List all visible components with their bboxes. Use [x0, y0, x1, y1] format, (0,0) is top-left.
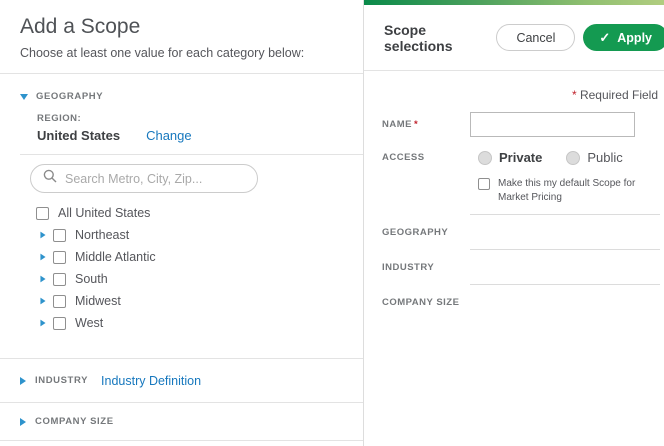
caret-right-icon[interactable] — [40, 254, 45, 261]
public-option[interactable]: Public — [566, 150, 622, 165]
industry-summary-value — [470, 249, 660, 284]
list-item-west: West — [36, 316, 363, 330]
default-scope-checkbox[interactable] — [478, 178, 490, 190]
caret-right-icon — [20, 377, 26, 385]
list-item-label: Midwest — [75, 294, 121, 308]
industry-section-label: INDUSTRY — [35, 375, 88, 386]
default-scope-row: Make this my default Scope for Market Pr… — [382, 177, 660, 204]
scope-form: * Required Field NAME* ACCESS Private — [364, 71, 664, 319]
name-field-row: NAME* — [382, 112, 660, 137]
apply-button[interactable]: ✓ Apply — [583, 24, 664, 51]
spacer-label — [382, 177, 470, 204]
company-size-section-label: COMPANY SIZE — [35, 416, 114, 427]
public-option-label: Public — [587, 150, 622, 165]
search-area — [0, 155, 363, 193]
private-radio[interactable] — [478, 151, 492, 165]
south-checkbox[interactable] — [53, 273, 66, 286]
search-input[interactable] — [65, 172, 247, 186]
required-asterisk: * — [572, 88, 577, 102]
private-option[interactable]: Private — [478, 150, 542, 165]
name-label: NAME* — [382, 119, 470, 130]
region-value: United States — [37, 128, 120, 143]
caret-right-icon[interactable] — [40, 276, 45, 283]
west-checkbox[interactable] — [53, 317, 66, 330]
list-item-label: All United States — [58, 206, 150, 220]
name-label-text: NAME — [382, 119, 412, 130]
list-item-all-united-states: All United States — [36, 206, 363, 220]
geography-section: GEOGRAPHY REGION: United States Change — [0, 74, 363, 143]
scope-builder-panel: Add a Scope Choose at least one value fo… — [0, 0, 364, 446]
list-item-label: Middle Atlantic — [75, 250, 156, 264]
caret-right-icon[interactable] — [40, 320, 45, 327]
header-actions: Cancel ✓ Apply — [496, 24, 664, 51]
required-asterisk: * — [414, 119, 418, 130]
name-field-content — [470, 112, 635, 137]
northeast-checkbox[interactable] — [53, 229, 66, 242]
private-option-label: Private — [499, 150, 542, 165]
left-panel-header: Add a Scope Choose at least one value fo… — [0, 0, 363, 74]
caret-right-icon[interactable] — [40, 298, 45, 305]
industry-summary-row: INDUSTRY — [382, 249, 660, 284]
caret-right-icon — [20, 418, 26, 426]
scope-selections-panel: Scope selections Cancel ✓ Apply * Requir… — [364, 0, 664, 446]
region-label: REGION: — [37, 113, 343, 124]
geography-tree: All United States Northeast Middle Atlan… — [0, 193, 363, 330]
page-title: Add a Scope — [20, 15, 343, 39]
geography-section-label: GEOGRAPHY — [36, 91, 103, 102]
company-size-summary-label: COMPANY SIZE — [382, 284, 470, 319]
metro-search-box — [30, 164, 258, 193]
access-field-row: ACCESS Private Public — [382, 150, 660, 165]
caret-right-icon[interactable] — [40, 232, 45, 239]
caret-down-icon — [20, 94, 28, 100]
add-scope-screen: Add a Scope Choose at least one value fo… — [0, 0, 664, 446]
all-united-states-checkbox[interactable] — [36, 207, 49, 220]
required-field-note: * Required Field — [382, 81, 660, 110]
scope-selections-header: Scope selections Cancel ✓ Apply — [364, 5, 664, 71]
company-size-section-toggle[interactable]: COMPANY SIZE — [0, 402, 363, 441]
list-item-label: Northeast — [75, 228, 129, 242]
industry-section-toggle[interactable]: INDUSTRY Industry Definition — [0, 358, 363, 402]
midwest-checkbox[interactable] — [53, 295, 66, 308]
change-region-link[interactable]: Change — [146, 128, 192, 143]
collapsed-sections: INDUSTRY Industry Definition COMPANY SIZ… — [0, 358, 363, 441]
region-row: United States Change — [37, 128, 343, 143]
page-subtitle: Choose at least one value for each categ… — [20, 46, 343, 60]
company-size-summary-value — [470, 284, 660, 319]
list-item-northeast: Northeast — [36, 228, 363, 242]
selection-summary: GEOGRAPHY INDUSTRY COMPANY SIZE — [382, 214, 660, 319]
industry-summary-label: INDUSTRY — [382, 249, 470, 284]
list-item-midwest: Midwest — [36, 294, 363, 308]
geography-section-toggle[interactable]: GEOGRAPHY — [20, 91, 343, 102]
geography-summary-label: GEOGRAPHY — [382, 214, 470, 249]
apply-button-label: Apply — [617, 31, 652, 45]
middle-atlantic-checkbox[interactable] — [53, 251, 66, 264]
geography-summary-value — [470, 214, 660, 249]
list-item-label: West — [75, 316, 103, 330]
list-item-label: South — [75, 272, 108, 286]
required-note-text: Required Field — [580, 88, 658, 102]
default-scope-option: Make this my default Scope for Market Pr… — [470, 177, 660, 204]
name-input[interactable] — [470, 112, 635, 137]
search-icon — [43, 169, 57, 188]
company-size-summary-row: COMPANY SIZE — [382, 284, 660, 319]
geography-summary-row: GEOGRAPHY — [382, 214, 660, 249]
list-item-south: South — [36, 272, 363, 286]
list-item-middle-atlantic: Middle Atlantic — [36, 250, 363, 264]
access-options: Private Public — [470, 150, 623, 165]
public-radio[interactable] — [566, 151, 580, 165]
access-label: ACCESS — [382, 152, 470, 163]
panel-title: Scope selections — [384, 22, 496, 54]
check-icon: ✓ — [599, 30, 610, 46]
default-scope-label: Make this my default Scope for Market Pr… — [498, 177, 660, 204]
cancel-button[interactable]: Cancel — [496, 24, 575, 51]
industry-definition-link[interactable]: Industry Definition — [101, 374, 201, 388]
